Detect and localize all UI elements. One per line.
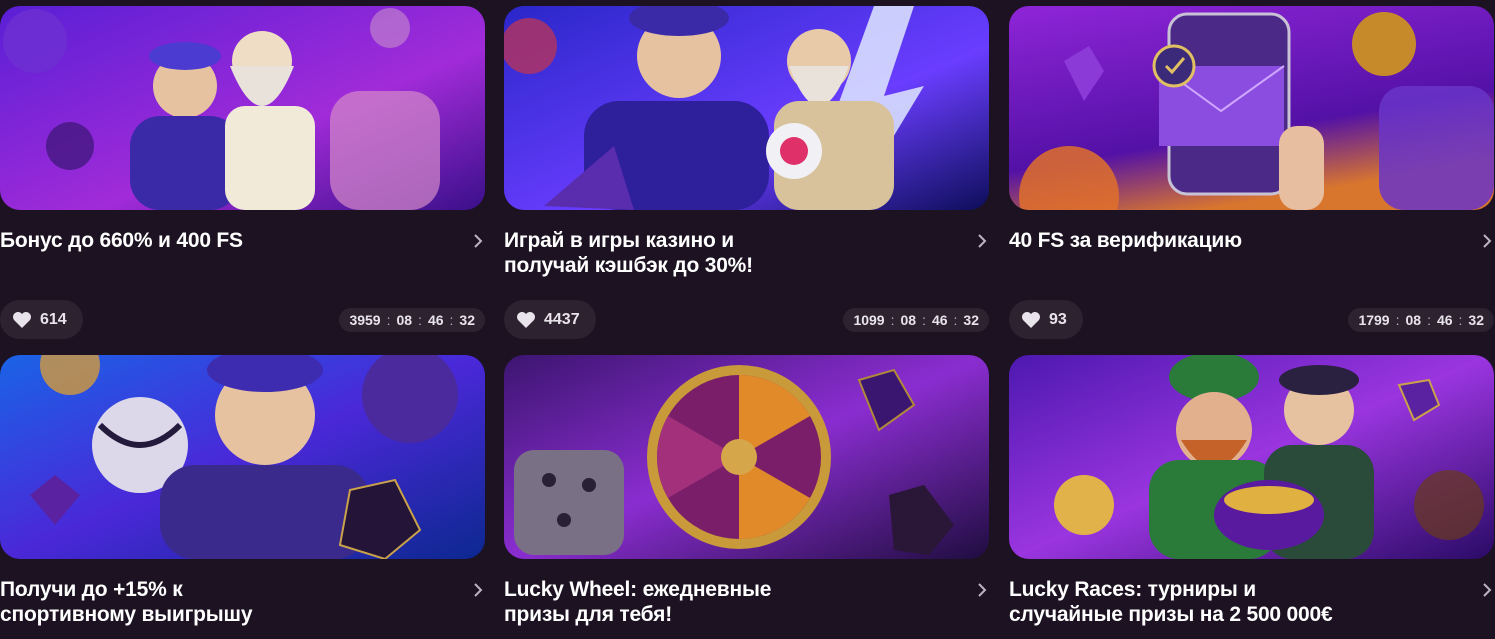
timer-seconds: 32 bbox=[1468, 312, 1484, 328]
promo-title-row[interactable]: Играй в игры казино и получай кэшбэк до … bbox=[504, 228, 989, 284]
timer-separator: : bbox=[922, 312, 926, 328]
promo-title: 40 FS за верификацию bbox=[1009, 229, 1242, 252]
countdown-timer: 1799: 08: 46: 32 bbox=[1348, 308, 1494, 332]
promo-banner-image[interactable] bbox=[1009, 355, 1494, 559]
promo-title: Lucky Wheel: ежедневные призы для тебя! bbox=[504, 578, 772, 626]
like-count: 614 bbox=[40, 310, 67, 328]
heart-icon bbox=[13, 311, 31, 328]
chevron-right-icon[interactable] bbox=[1480, 234, 1494, 248]
promo-title: Получи до +15% к спортивному выигрышу bbox=[0, 578, 253, 626]
promo-title-row[interactable]: Lucky Wheel: ежедневные призы для тебя! bbox=[504, 577, 989, 633]
chevron-right-icon[interactable] bbox=[975, 234, 989, 248]
promo-title: Lucky Races: турниры и случайные призы н… bbox=[1009, 578, 1333, 626]
like-count: 93 bbox=[1049, 310, 1067, 328]
like-button[interactable]: 614 bbox=[0, 300, 83, 339]
promo-title-row[interactable]: 40 FS за верификацию bbox=[1009, 228, 1494, 284]
timer-minutes: 46 bbox=[931, 312, 948, 328]
promo-banner-image[interactable] bbox=[1009, 6, 1494, 210]
timer-minutes: 46 bbox=[427, 312, 444, 328]
timer-days: 1799 bbox=[1358, 312, 1390, 328]
timer-separator: : bbox=[890, 312, 895, 328]
heart-icon bbox=[517, 311, 535, 328]
promo-title-row[interactable]: Получи до +15% к спортивному выигрышу bbox=[0, 577, 485, 633]
promo-banner-image[interactable] bbox=[504, 6, 989, 210]
timer-seconds: 32 bbox=[459, 312, 475, 328]
timer-minutes: 46 bbox=[1436, 312, 1453, 328]
promo-card-3[interactable]: 40 FS за верификацию 93 1799: 08: 46: 32 bbox=[1009, 6, 1494, 340]
promo-banner-image[interactable] bbox=[0, 355, 485, 559]
timer-hours: 08 bbox=[396, 312, 413, 328]
promo-card-4[interactable]: Получи до +15% к спортивному выигрышу bbox=[0, 355, 485, 633]
chevron-right-icon[interactable] bbox=[1480, 583, 1494, 597]
timer-separator: : bbox=[418, 312, 422, 328]
timer-days: 1099 bbox=[853, 312, 885, 328]
promo-card-1[interactable]: Бонус до 660% и 400 FS 614 3959: 08: 46:… bbox=[0, 6, 485, 340]
timer-days: 3959 bbox=[349, 312, 381, 328]
like-count: 4437 bbox=[544, 310, 580, 328]
timer-hours: 08 bbox=[1405, 312, 1422, 328]
countdown-timer: 3959: 08: 46: 32 bbox=[339, 308, 485, 332]
timer-seconds: 32 bbox=[963, 312, 979, 328]
timer-separator: : bbox=[1458, 312, 1463, 328]
promo-card-2[interactable]: Играй в игры казино и получай кэшбэк до … bbox=[504, 6, 989, 340]
promo-title: Играй в игры казино и получай кэшбэк до … bbox=[504, 229, 753, 277]
like-button[interactable]: 93 bbox=[1009, 300, 1083, 339]
timer-separator: : bbox=[386, 312, 391, 328]
timer-hours: 08 bbox=[900, 312, 917, 328]
timer-separator: : bbox=[1395, 312, 1400, 328]
promo-banner-image[interactable] bbox=[504, 355, 989, 559]
chevron-right-icon[interactable] bbox=[975, 583, 989, 597]
timer-separator: : bbox=[953, 312, 958, 328]
timer-separator: : bbox=[449, 312, 454, 328]
chevron-right-icon[interactable] bbox=[471, 583, 485, 597]
timer-separator: : bbox=[1427, 312, 1431, 328]
chevron-right-icon[interactable] bbox=[471, 234, 485, 248]
like-button[interactable]: 4437 bbox=[504, 300, 596, 339]
heart-icon bbox=[1022, 311, 1040, 328]
promo-title-row[interactable]: Бонус до 660% и 400 FS bbox=[0, 228, 485, 284]
promo-banner-image[interactable] bbox=[0, 6, 485, 210]
countdown-timer: 1099: 08: 46: 32 bbox=[843, 308, 989, 332]
promo-title-row[interactable]: Lucky Races: турниры и случайные призы н… bbox=[1009, 577, 1494, 633]
promo-title: Бонус до 660% и 400 FS bbox=[0, 229, 243, 252]
promo-card-5[interactable]: Lucky Wheel: ежедневные призы для тебя! bbox=[504, 355, 989, 633]
promo-card-6[interactable]: Lucky Races: турниры и случайные призы н… bbox=[1009, 355, 1494, 633]
